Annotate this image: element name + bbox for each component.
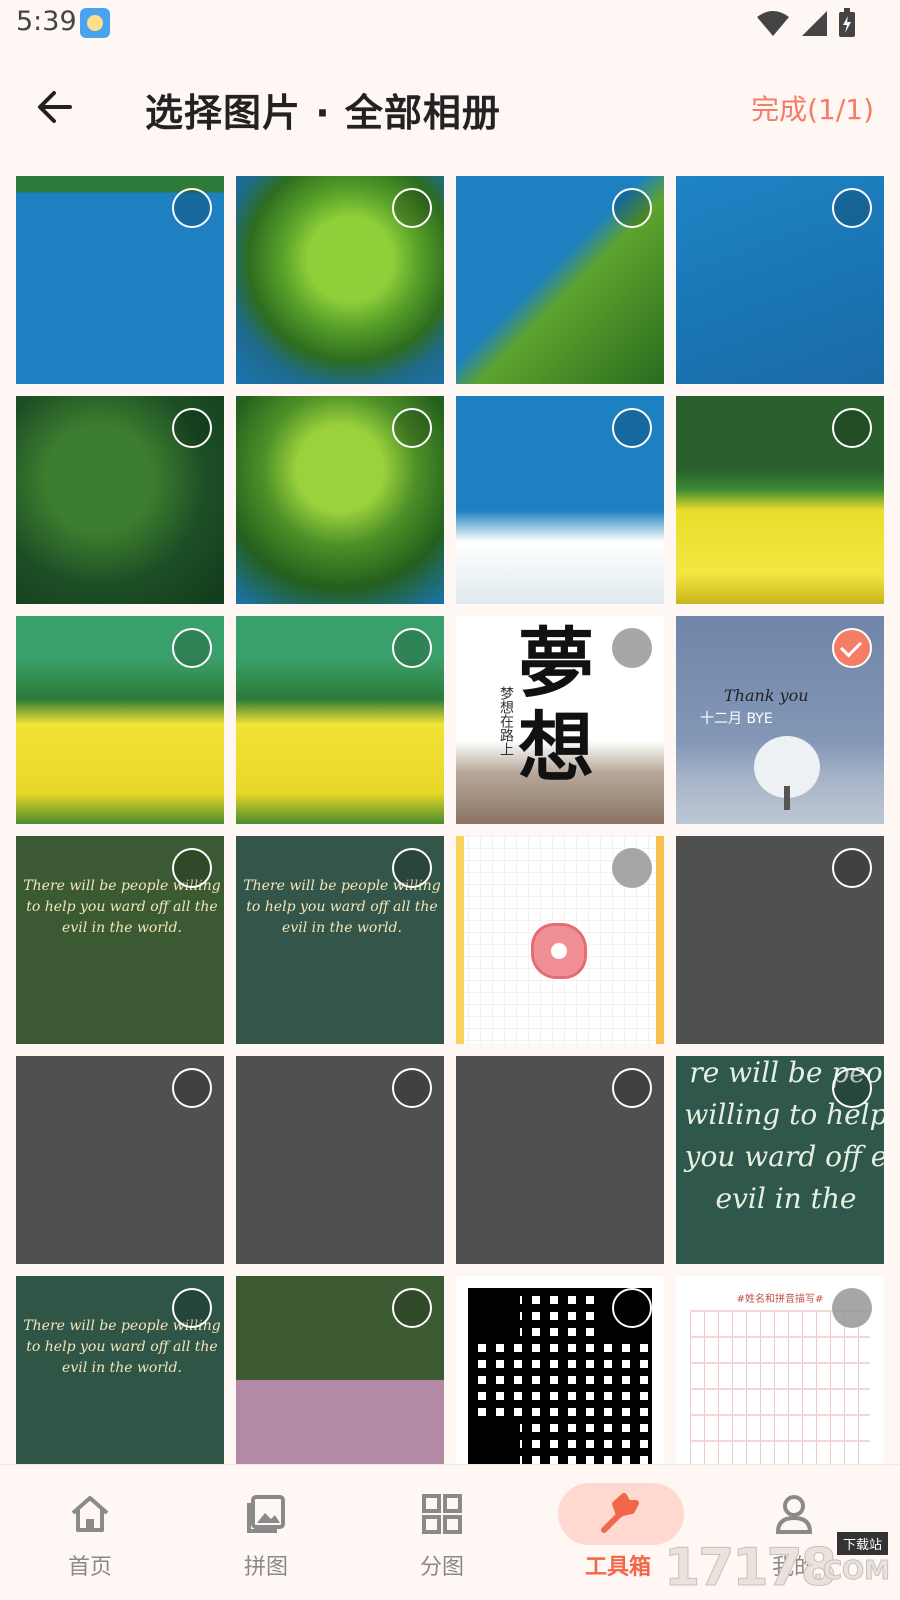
gallery-icon [247, 1495, 285, 1533]
watermark-number: 17178 [664, 1538, 838, 1599]
grid-icon [422, 1494, 462, 1534]
bottom-navigation: 首页 拼图 分图 工具箱 我的 17178 下载站 .COM [0, 1464, 900, 1600]
select-circle[interactable] [612, 628, 652, 668]
photo-thumbnail[interactable]: #姓名和拼音描写# [676, 1276, 884, 1464]
select-circle[interactable] [392, 1068, 432, 1108]
nav-label: 拼图 [243, 1555, 288, 1580]
nav-item-split[interactable]: 分图 [352, 1465, 532, 1600]
select-circle[interactable] [832, 408, 872, 448]
photo-thumbnail[interactable] [236, 616, 444, 824]
home-icon [71, 1496, 109, 1532]
select-circle[interactable] [392, 408, 432, 448]
status-time: 5:39 [16, 6, 77, 37]
photo-thumbnail-selected[interactable]: Thank you 十二月 BYE [676, 616, 884, 824]
photo-thumbnail[interactable] [676, 836, 884, 1044]
photo-thumbnail[interactable]: There will be people willing to help you… [16, 836, 224, 1044]
checked-circle-icon[interactable] [832, 628, 872, 668]
select-circle[interactable] [172, 1288, 212, 1328]
photo-grid: 夢想 梦想在路上 Thank you 十二月 BYE There will be… [16, 176, 884, 1464]
watermark-tag: 下载站 [836, 1532, 888, 1555]
select-circle[interactable] [832, 188, 872, 228]
photo-thumbnail[interactable] [16, 396, 224, 604]
photo-thumbnail[interactable] [456, 1056, 664, 1264]
signal-icon [802, 11, 827, 36]
photo-thumbnail[interactable] [456, 1276, 664, 1464]
decor-stripe [456, 836, 464, 1044]
select-circle[interactable] [832, 848, 872, 888]
photo-thumbnail[interactable] [236, 176, 444, 384]
done-button[interactable]: 完成(1/1) [751, 88, 874, 128]
status-indicators [756, 8, 856, 38]
decor-stripe [656, 836, 664, 1044]
flower-shape [534, 926, 584, 976]
photo-thumbnail[interactable] [16, 1056, 224, 1264]
poster-text: 十二月 BYE [700, 711, 773, 727]
photo-thumbnail[interactable] [456, 176, 664, 384]
header: 选择图片 · 全部相册 完成(1/1) [0, 60, 900, 150]
select-circle[interactable] [172, 408, 212, 448]
nav-label: 分图 [419, 1555, 464, 1580]
photo-picker-screen: 5:39 选择图片 · 全部相册 完成(1/1) 夢想 梦想在路上 Thank … [0, 0, 900, 1600]
status-bar: 5:39 [0, 0, 900, 48]
select-circle[interactable] [172, 848, 212, 888]
photo-thumbnail[interactable]: There will be people willing to help you… [16, 1276, 224, 1464]
nav-label: 首页 [67, 1555, 112, 1580]
photo-thumbnail[interactable] [16, 616, 224, 824]
wrench-icon [601, 1493, 639, 1533]
select-circle[interactable] [392, 628, 432, 668]
battery-icon [839, 8, 855, 37]
poster-text: Thank you [724, 686, 809, 705]
photo-thumbnail[interactable] [236, 1056, 444, 1264]
select-circle[interactable] [612, 1288, 652, 1328]
photo-thumbnail[interactable] [456, 836, 664, 1044]
select-circle[interactable] [832, 1068, 872, 1108]
photo-thumbnail[interactable] [676, 176, 884, 384]
watermark: 17178 下载站 .COM [664, 1532, 894, 1599]
app-notification-icon [80, 8, 110, 38]
photo-thumbnail[interactable] [16, 176, 224, 384]
select-circle[interactable] [392, 1288, 432, 1328]
tree-trunk [784, 786, 790, 810]
photo-thumbnail[interactable] [676, 396, 884, 604]
back-arrow-icon[interactable] [30, 82, 80, 132]
person-icon [775, 1495, 813, 1534]
sheet-lines [690, 1310, 870, 1464]
select-circle[interactable] [392, 848, 432, 888]
select-circle[interactable] [392, 188, 432, 228]
photo-thumbnail[interactable] [456, 396, 664, 604]
select-circle[interactable] [832, 1288, 872, 1328]
select-circle[interactable] [172, 1068, 212, 1108]
select-circle[interactable] [612, 408, 652, 448]
photo-thumbnail[interactable]: 夢想 梦想在路上 [456, 616, 664, 824]
photo-thumbnail[interactable] [236, 396, 444, 604]
nav-item-home[interactable]: 首页 [0, 1465, 180, 1600]
photo-thumbnail[interactable]: There will be people willing to help you… [236, 836, 444, 1044]
page-title: 选择图片 · 全部相册 [145, 91, 501, 135]
photo-thumbnail[interactable] [236, 1276, 444, 1464]
nav-item-collage[interactable]: 拼图 [176, 1465, 356, 1600]
select-circle[interactable] [172, 188, 212, 228]
select-circle[interactable] [612, 848, 652, 888]
watermark-domain: .COM [813, 1556, 891, 1587]
poster-subtitle: 梦想在路上 [498, 686, 514, 756]
select-circle[interactable] [612, 188, 652, 228]
photo-thumbnail[interactable]: re will be peo willing to help you ward … [676, 1056, 884, 1264]
select-circle[interactable] [612, 1068, 652, 1108]
select-circle[interactable] [172, 628, 212, 668]
wifi-icon [757, 11, 789, 36]
